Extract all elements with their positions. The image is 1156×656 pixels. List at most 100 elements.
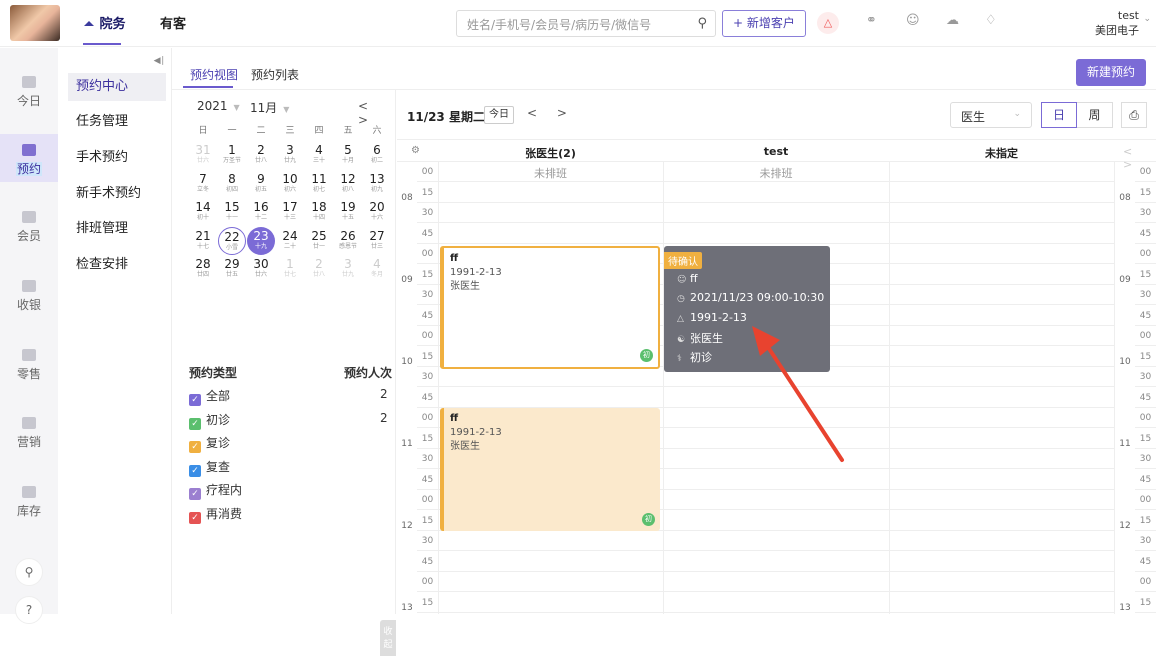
calendar-day[interactable]: 22 小雪 — [218, 226, 246, 255]
user-switch-icon[interactable]: ☺ — [906, 13, 920, 28]
calendar-day[interactable]: 30 廿六 — [247, 255, 275, 283]
date-nav-arrows[interactable]: < > — [527, 106, 575, 120]
calendar-day[interactable]: 26 感恩节 — [334, 227, 362, 255]
calendar-day[interactable]: 21 十七 — [189, 227, 217, 255]
time-slot[interactable] — [438, 183, 1114, 203]
calendar-day[interactable]: 13 初九 — [363, 170, 391, 198]
bell-icon[interactable]: ♢ — [985, 13, 997, 28]
calendar-day[interactable]: 24 二十 — [276, 227, 304, 255]
checkbox-icon[interactable]: ✓ — [189, 417, 201, 430]
time-slot[interactable] — [438, 593, 1114, 613]
subnav-item-new-surgery-appointment[interactable]: 新手术预约 — [68, 180, 166, 208]
calendar-day[interactable]: 7 立冬 — [189, 170, 217, 198]
subnav-item-surgery-appointment[interactable]: 手术预约 — [68, 144, 166, 172]
type-filter-item[interactable]: ✓ 疗程内 — [189, 481, 242, 501]
checkbox-icon[interactable]: ✓ — [189, 488, 201, 501]
calendar-day[interactable]: 2 廿八 — [247, 141, 275, 169]
sidebar-item-marketing[interactable]: 营销 — [0, 417, 58, 457]
link-icon[interactable]: ⚭ — [866, 13, 877, 28]
calendar-day[interactable]: 23 十九 — [247, 226, 275, 255]
nav-yuanwu[interactable]: 院务 — [84, 13, 126, 32]
calendar-day[interactable]: 25 廿一 — [305, 227, 333, 255]
checkbox-icon[interactable]: ✓ — [189, 512, 201, 524]
collapse-icon[interactable]: ◀∣ — [154, 56, 165, 66]
calendar-day[interactable]: 10 初六 — [276, 170, 304, 198]
type-filter-item[interactable]: ✓ 复查 — [189, 458, 230, 477]
calendar-day[interactable]: 19 十五 — [334, 198, 362, 226]
appointment-card[interactable]: ff 1991-2-13 张医生 初 — [440, 408, 660, 531]
checkbox-icon[interactable]: ✓ — [189, 441, 201, 454]
calendar-day[interactable]: 18 十四 — [305, 198, 333, 226]
calendar-day[interactable]: 15 十一 — [218, 198, 246, 226]
calendar-day[interactable]: 5 十月 — [334, 141, 362, 169]
calendar-day[interactable]: 11 初七 — [305, 170, 333, 198]
search-icon[interactable]: ⚲ — [697, 16, 707, 31]
view-day-button[interactable]: 日 — [1041, 102, 1077, 128]
chevron-down-icon[interactable]: ⌄ — [1143, 14, 1151, 24]
appointment-card[interactable]: ff 1991-2-13 张医生 初 — [440, 246, 660, 369]
collapse-calendar-tab[interactable]: 收起 — [380, 620, 396, 656]
year-select[interactable]: 2021 ▼ — [197, 99, 240, 113]
time-slot[interactable] — [438, 224, 1114, 244]
calendar-day[interactable]: 27 廿三 — [363, 227, 391, 255]
calendar-day[interactable]: 12 初八 — [334, 170, 362, 198]
calendar-day[interactable]: 8 初四 — [218, 170, 246, 198]
avatar[interactable] — [10, 5, 60, 41]
calendar-day[interactable]: 3 廿九 — [276, 141, 304, 169]
month-select[interactable]: 11月 ▼ — [250, 99, 289, 116]
nav-youke[interactable]: 有客 — [160, 13, 186, 32]
checkbox-icon[interactable]: ✓ — [189, 394, 201, 406]
view-week-button[interactable]: 周 — [1077, 102, 1113, 128]
help-icon[interactable]: ? — [15, 596, 43, 624]
calendar-day[interactable]: 16 十二 — [247, 198, 275, 226]
type-filter-item[interactable]: ✓ 再消费 — [189, 505, 242, 524]
calendar-day[interactable]: 2 廿八 — [305, 255, 333, 283]
checkbox-icon[interactable]: ✓ — [189, 464, 201, 477]
alarm-icon[interactable]: △ — [817, 12, 839, 34]
subnav-item-appointment-center[interactable]: 预约中心 — [68, 73, 166, 101]
tab-appointment-view[interactable]: 预约视图 — [190, 66, 238, 83]
calendar-day[interactable]: 3 廿九 — [334, 255, 362, 283]
time-slot[interactable] — [438, 572, 1114, 592]
time-slot[interactable] — [438, 162, 1114, 182]
settings-icon[interactable]: ⚙ — [411, 145, 420, 156]
calendar-day[interactable]: 20 十六 — [363, 198, 391, 226]
sidebar-item-today[interactable]: 今日 — [0, 76, 58, 116]
calendar-day[interactable]: 4 三十 — [305, 141, 333, 169]
type-filter-item[interactable]: ✓ 初诊 — [189, 411, 230, 430]
calendar-day[interactable]: 14 初十 — [189, 198, 217, 226]
calendar-day[interactable]: 31 廿六 — [189, 141, 217, 169]
calendar-day[interactable]: 29 廿五 — [218, 255, 246, 283]
search-input[interactable]: 姓名/手机号/会员号/病历号/微信号 ⚲ — [456, 10, 716, 37]
sidebar-item-appointment[interactable]: 预约 — [0, 134, 58, 182]
sidebar-item-retail[interactable]: 零售 — [0, 349, 58, 389]
user-menu[interactable]: test 美团电子 — [1095, 8, 1139, 38]
time-slot[interactable] — [438, 203, 1114, 223]
calendar-day[interactable]: 1 万圣节 — [218, 141, 246, 169]
calendar-day[interactable]: 6 初二 — [363, 141, 391, 169]
calendar-day[interactable]: 1 廿七 — [276, 255, 304, 283]
subnav-item-schedule-management[interactable]: 排班管理 — [68, 215, 166, 243]
subnav-item-exam-arrangement[interactable]: 检查安排 — [68, 251, 166, 279]
calendar-day[interactable]: 4 冬月 — [363, 255, 391, 283]
search-icon[interactable]: ⚲ — [15, 558, 43, 586]
print-icon[interactable]: ⎙ — [1121, 102, 1147, 128]
calendar-day[interactable]: 9 初五 — [247, 170, 275, 198]
sidebar-item-inventory[interactable]: 库存 — [0, 486, 58, 526]
sidebar-item-member[interactable]: 会员 — [0, 211, 58, 251]
time-slot[interactable] — [438, 552, 1114, 572]
time-slot[interactable] — [438, 531, 1114, 551]
type-filter-item[interactable]: ✓ 复诊 — [189, 434, 230, 454]
add-customer-button[interactable]: + 新增客户 — [722, 10, 806, 37]
sidebar-item-cashier[interactable]: 收银 — [0, 280, 58, 320]
today-button[interactable]: 今日 — [484, 106, 514, 124]
status-badge: 待确认 — [664, 252, 702, 269]
cloud-icon[interactable]: ☁ — [946, 13, 959, 28]
type-filter-item[interactable]: ✓ 全部 — [189, 387, 230, 406]
doctor-filter-select[interactable]: 医生 ⌄ — [950, 102, 1032, 128]
new-appointment-button[interactable]: 新建预约 — [1076, 59, 1146, 86]
subnav-item-task-management[interactable]: 任务管理 — [68, 108, 166, 136]
calendar-day[interactable]: 28 廿四 — [189, 255, 217, 283]
tab-appointment-list[interactable]: 预约列表 — [251, 66, 299, 83]
calendar-day[interactable]: 17 十三 — [276, 198, 304, 226]
